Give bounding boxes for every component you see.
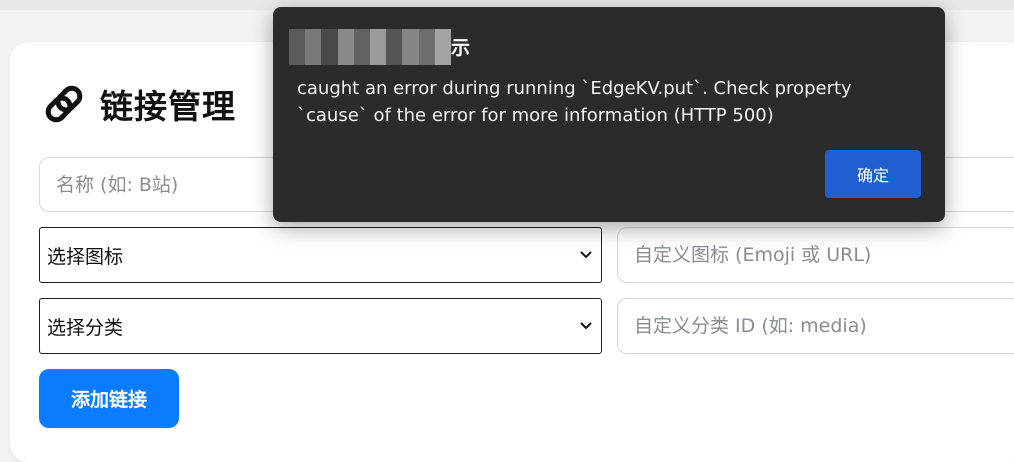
custom-icon-input[interactable] <box>617 227 1014 283</box>
chevron-down-icon <box>580 322 592 330</box>
redacted-title-blur <box>289 29 452 65</box>
add-link-button[interactable]: 添加链接 <box>39 369 179 428</box>
icon-select[interactable]: 选择图标 <box>39 227 602 283</box>
page-title: 链接管理 <box>100 87 236 126</box>
dialog-message: caught an error during running `EdgeKV.p… <box>297 78 852 126</box>
page-heading: 链接管理 <box>42 80 236 128</box>
custom-category-input[interactable] <box>617 298 1014 354</box>
chevron-down-icon <box>580 251 592 259</box>
category-select[interactable]: 选择分类 <box>39 298 602 354</box>
dialog-title: 示 <box>451 37 471 59</box>
category-select-value: 选择分类 <box>47 316 124 339</box>
icon-select-value: 选择图标 <box>47 245 124 268</box>
error-dialog: 示 caught an error during running `EdgeKV… <box>273 7 945 222</box>
dialog-ok-button[interactable]: 确定 <box>825 150 921 198</box>
link-icon <box>45 85 83 123</box>
